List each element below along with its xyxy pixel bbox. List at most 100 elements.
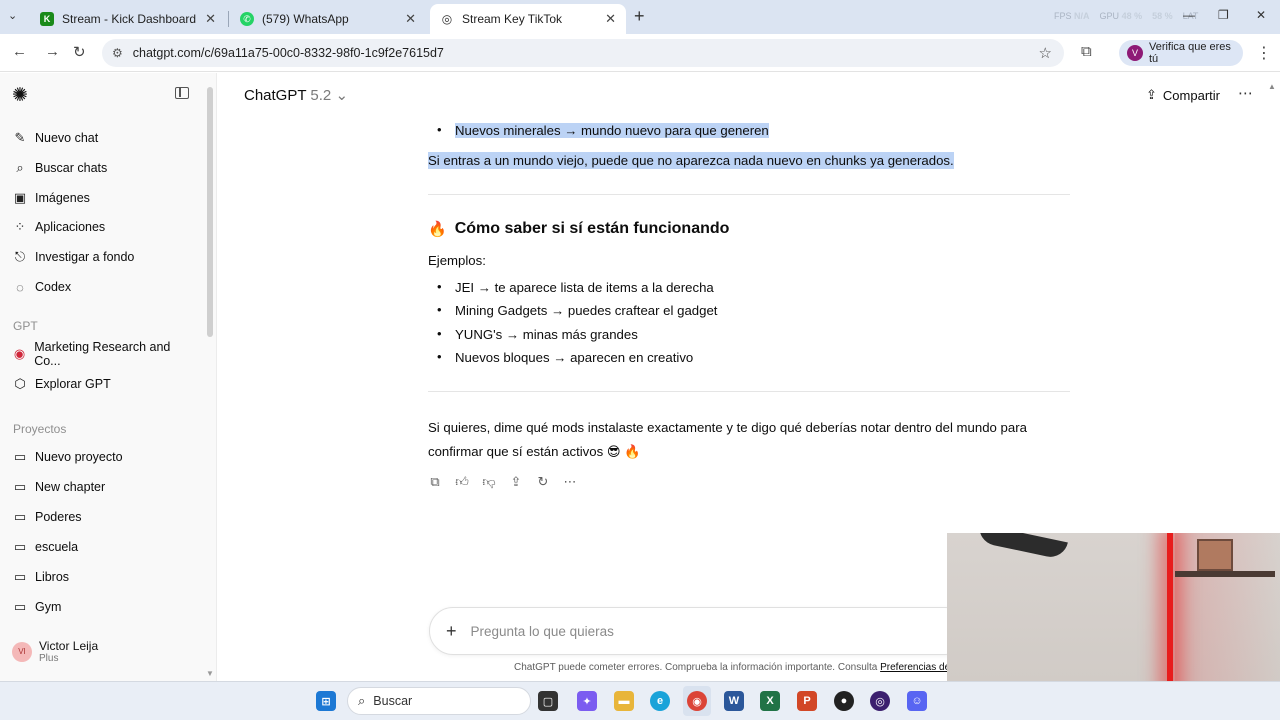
gpt-section-title: GPT [13, 319, 38, 333]
more-options-icon[interactable]: ⋯ [563, 474, 577, 490]
user-profile-button[interactable]: VI Victor Leija Plus [12, 639, 98, 664]
user-plan: Plus [39, 653, 59, 664]
share-button[interactable]: ⇪ Compartir [1146, 87, 1220, 103]
word-icon[interactable]: W [724, 691, 744, 711]
chrome-icon[interactable]: ◉ [687, 691, 707, 711]
file-explorer-icon[interactable]: ▬ [614, 691, 634, 711]
close-tab-icon[interactable]: ✕ [605, 11, 616, 27]
more-options-icon[interactable]: ⋯ [1238, 84, 1253, 102]
verify-label: Verifica que eres tú [1148, 41, 1231, 65]
sidebar-item-imagenes[interactable]: ▣ Imágenes [12, 187, 192, 209]
list-item: Nuevos bloques → aparecen en creativo [437, 349, 693, 365]
sidebar-item-escuela[interactable]: ▭ escuela [12, 536, 192, 558]
folder-icon: ▭ [13, 599, 27, 614]
sidebar-item-poderes[interactable]: ▭ Poderes [12, 506, 192, 528]
list-item: Mining Gadgets → puedes craftear el gadg… [437, 302, 717, 318]
app-icon[interactable]: ◎ [870, 691, 890, 711]
site-info-icon[interactable]: ⚙ [112, 46, 123, 60]
address-bar[interactable]: ⚙ chatgpt.com/c/69a11a75-00c0-8332-98f0-… [102, 39, 1064, 67]
openai-logo-icon[interactable]: ✺ [12, 84, 28, 107]
scroll-up-arrow-icon[interactable]: ▲ [1268, 82, 1276, 91]
powerpoint-icon[interactable]: P [797, 691, 817, 711]
close-tab-icon[interactable]: ✕ [405, 11, 416, 27]
tab-kick-dashboard[interactable]: K Stream - Kick Dashboard ✕ [30, 4, 226, 34]
gpu-value: 48 % [1121, 11, 1143, 21]
codex-icon: ◌ [16, 279, 24, 295]
composer-placeholder[interactable]: Pregunta lo que quieras [471, 624, 614, 639]
sidebar-item-investigar[interactable]: ⎋ Investigar a fondo [12, 246, 192, 268]
new-tab-plus-icon[interactable]: + [634, 6, 645, 27]
verify-profile-button[interactable]: V Verifica que eres tú [1119, 40, 1243, 66]
close-tab-icon[interactable]: ✕ [205, 11, 216, 27]
edge-icon[interactable]: e [650, 691, 670, 711]
copy-icon[interactable]: ⧉ [428, 474, 442, 490]
tab-label: Stream - Kick Dashboard [62, 12, 197, 26]
highlighted-note: Si entras a un mundo viejo, puede que no… [428, 152, 954, 169]
windows-start-icon[interactable]: ⊞ [316, 691, 336, 711]
share-icon[interactable]: ⇪ [509, 474, 523, 490]
folder-icon: ▭ [13, 509, 27, 524]
forward-arrow-icon[interactable]: → [45, 43, 60, 60]
taskbar-search[interactable]: ⌕ Buscar [347, 687, 531, 715]
sidebar-item-libros[interactable]: ▭ Libros [12, 566, 192, 588]
tab-whatsapp[interactable]: ✆ (579) WhatsApp ✕ [230, 4, 426, 34]
fps-value: N/A [1074, 11, 1090, 21]
sidebar-item-gym[interactable]: ▭ Gym [12, 596, 192, 618]
chat-composer[interactable]: + Pregunta lo que quieras [429, 607, 969, 655]
maximize-window-icon[interactable]: ❐ [1218, 8, 1229, 22]
sidebar-item-nuevo-proyecto[interactable]: ▭ Nuevo proyecto [12, 446, 192, 468]
model-selector[interactable]: ChatGPT 5.2 ⌄ [244, 86, 348, 104]
sidebar-item-label: Investigar a fondo [35, 250, 135, 264]
user-name: Victor Leija [39, 639, 99, 653]
sidebar-item-buscar-chats[interactable]: ⌕ Buscar chats [12, 157, 192, 179]
preferences-link[interactable]: Preferencias de [880, 662, 950, 673]
sidebar-item-new-chapter[interactable]: ▭ New chapter [12, 476, 192, 498]
sidebar-item-label: Aplicaciones [35, 220, 106, 234]
sidebar-item-label: Marketing Research and Co... [34, 340, 171, 368]
edit-icon: ✎ [14, 130, 26, 145]
excel-icon[interactable]: X [760, 691, 780, 711]
sidebar-item-codex[interactable]: ◌ Codex [12, 276, 192, 298]
sidebar-item-label: Explorar GPT [35, 377, 111, 391]
back-arrow-icon[interactable]: ← [12, 43, 27, 60]
sidebar-item-label: Nuevo chat [35, 131, 99, 145]
scroll-down-arrow-icon[interactable]: ▼ [206, 669, 214, 678]
close-window-icon[interactable]: ✕ [1256, 8, 1266, 22]
wall-shelf [1175, 571, 1275, 577]
thumbs-up-icon[interactable]: 👍︎ [455, 474, 469, 490]
sidebar-item-nuevo-chat[interactable]: ✎ Nuevo chat [12, 127, 192, 149]
tab-search-chevron-icon[interactable]: ⌄ [8, 9, 17, 22]
regenerate-icon[interactable]: ↻ [536, 474, 550, 490]
task-view-icon[interactable]: ▢ [538, 691, 558, 711]
model-name: ChatGPT [244, 87, 307, 104]
examples-label: Ejemplos: [428, 253, 486, 268]
new-folder-icon: ▭ [13, 449, 27, 464]
sidebar-item-aplicaciones[interactable]: ⁘ Aplicaciones [12, 216, 192, 238]
sidebar-toggle-icon[interactable] [175, 87, 189, 99]
thumbs-down-icon[interactable]: 👎︎ [482, 474, 496, 490]
reload-icon[interactable]: ↻ [73, 43, 86, 61]
share-icon: ⇪ [1146, 87, 1157, 102]
divider [428, 391, 1070, 392]
browser-menu-icon[interactable]: ⋮ [1256, 43, 1272, 63]
minimize-window-icon[interactable]: — [1183, 8, 1195, 22]
extensions-puzzle-icon[interactable]: ⧉ [1081, 43, 1092, 60]
sidebar-scrollbar[interactable] [207, 87, 213, 337]
search-icon: ⌕ [358, 693, 366, 708]
discord-icon[interactable]: ☺ [907, 691, 927, 711]
sidebar-item-explorar-gpt[interactable]: ⬡ Explorar GPT [12, 373, 192, 395]
cpu-value: 58 % [1152, 11, 1173, 21]
windows-taskbar: ⊞ ⌕ Buscar ▢ ✦ ▬ e ◉ W X P ● ◎ ☺ [0, 681, 1280, 720]
apps-icon: ⁘ [14, 219, 26, 234]
tab-stream-key-tiktok[interactable]: ◎ Stream Key TikTok ✕ [430, 4, 626, 34]
taskbar-search-label: Buscar [373, 694, 413, 708]
add-attachment-plus-icon[interactable]: + [446, 621, 457, 642]
obs-icon[interactable]: ● [834, 691, 854, 711]
bookmark-star-icon[interactable]: ☆ [1039, 44, 1052, 62]
chat-header: ChatGPT 5.2 ⌄ ⇪ Compartir ⋯ [218, 73, 1280, 117]
copilot-icon[interactable]: ✦ [577, 691, 597, 711]
sidebar-item-label: Gym [35, 600, 62, 614]
sidebar-item-label: Buscar chats [35, 161, 108, 175]
sidebar-item-marketing-gpt[interactable]: ◉ Marketing Research and Co... [12, 340, 192, 368]
divider [428, 194, 1070, 195]
